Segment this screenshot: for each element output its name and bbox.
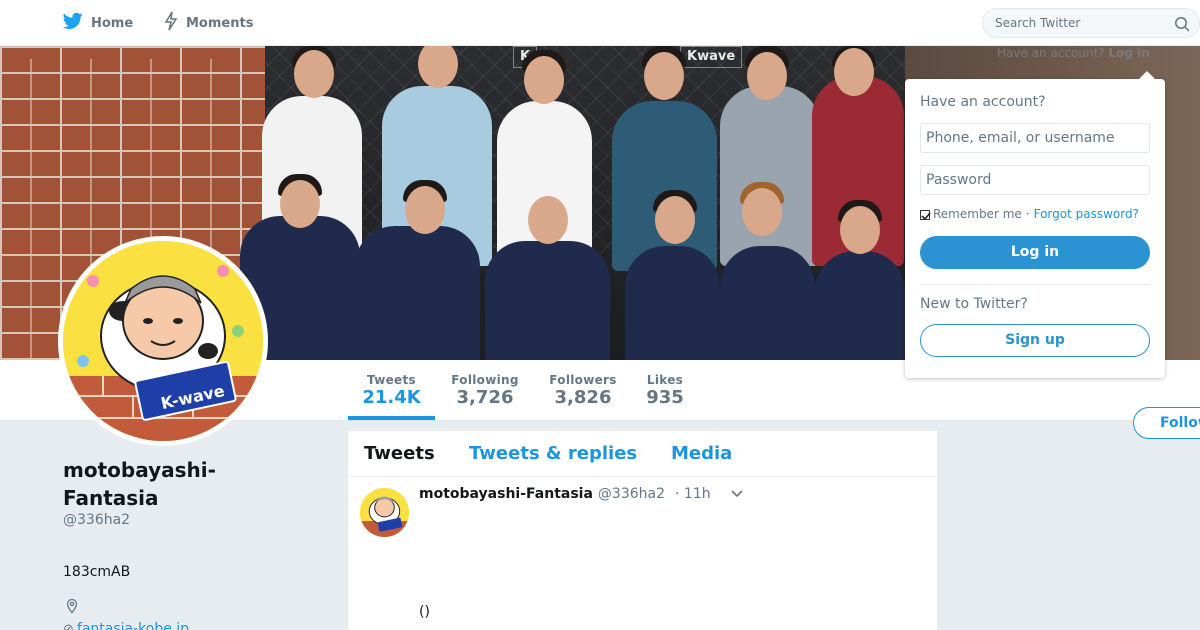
banner-person (720, 86, 820, 266)
popup-divider (920, 284, 1150, 285)
banner-person (485, 241, 610, 360)
password-field[interactable] (920, 165, 1150, 195)
tab-tweets-and-replies[interactable]: Tweets & replies (469, 443, 637, 464)
stat-tweets[interactable]: Tweets 21.4K (348, 373, 435, 408)
remember-me-checkbox[interactable] (920, 210, 931, 221)
login-hint: Have an account? Log in (997, 46, 1150, 60)
avatar-illustration: K-wave (63, 241, 263, 441)
tweet-author-name[interactable]: motobayashi-Fantasia (419, 486, 593, 502)
remember-row: Remember me · Forgot password? (920, 207, 1139, 221)
twitter-bird-icon (62, 12, 91, 34)
chevron-down-icon[interactable] (731, 486, 743, 502)
search-box (982, 8, 1200, 38)
timeline: Tweets Tweets & replies Media motobayash… (348, 431, 937, 630)
username-field[interactable] (920, 123, 1150, 153)
profile-bio: 183cmAB (63, 564, 131, 580)
search-icon[interactable] (1174, 16, 1190, 36)
nav-home-label: Home (91, 15, 134, 31)
top-navigation-bar: Home Moments (0, 0, 1200, 46)
banner-person (355, 226, 480, 360)
profile-name: motobayashi-Fantasia (63, 458, 216, 510)
login-button[interactable]: Log in (920, 236, 1150, 269)
banner-sign-right: Kwave (680, 46, 743, 68)
tweet-header: motobayashi-Fantasia @336ha2 · 11h (419, 486, 743, 502)
timeline-tabs: Tweets Tweets & replies Media (348, 431, 937, 477)
stat-likes[interactable]: Likes 935 (644, 373, 686, 408)
follow-button[interactable]: Follow (1133, 407, 1200, 439)
banner-person (720, 246, 815, 360)
profile-handle: @336ha2 (63, 512, 131, 528)
forgot-password-link[interactable]: Forgot password? (1034, 207, 1139, 221)
login-heading: Have an account? (920, 94, 1046, 110)
search-input[interactable] (983, 9, 1199, 37)
tweet-author-handle[interactable]: @336ha2 (598, 486, 665, 502)
nav-moments[interactable]: Moments (164, 11, 254, 35)
banner-person (625, 246, 720, 360)
profile-avatar[interactable]: K-wave (58, 236, 268, 446)
tab-tweets[interactable]: Tweets (364, 443, 435, 464)
remember-me-label: Remember me (933, 207, 1022, 221)
stat-following[interactable]: Following 3,726 (449, 373, 521, 408)
profile-link[interactable]: fantasia-kobe.jp (77, 621, 189, 630)
profile-link-row: ⊘ fantasia-kobe.jp (63, 621, 189, 630)
lightning-icon (164, 11, 186, 35)
login-popup: Have an account? Remember me · Forgot pa… (905, 71, 1165, 378)
tab-media[interactable]: Media (671, 443, 732, 464)
signup-button[interactable]: Sign up (920, 324, 1150, 357)
new-to-twitter-heading: New to Twitter? (920, 296, 1028, 312)
stat-followers[interactable]: Followers 3,826 (547, 373, 619, 408)
login-hint-link[interactable]: Log in (1108, 46, 1149, 60)
nav-moments-label: Moments (186, 15, 254, 31)
active-stat-underline (348, 416, 435, 420)
link-icon: ⊘ (63, 621, 74, 630)
tweet-avatar[interactable] (360, 488, 409, 537)
tweet-time[interactable]: · 11h (675, 486, 711, 502)
tweet-text: () (419, 604, 430, 620)
location-icon (64, 598, 80, 618)
banner-person (815, 251, 905, 360)
nav-home[interactable]: Home (62, 12, 134, 34)
